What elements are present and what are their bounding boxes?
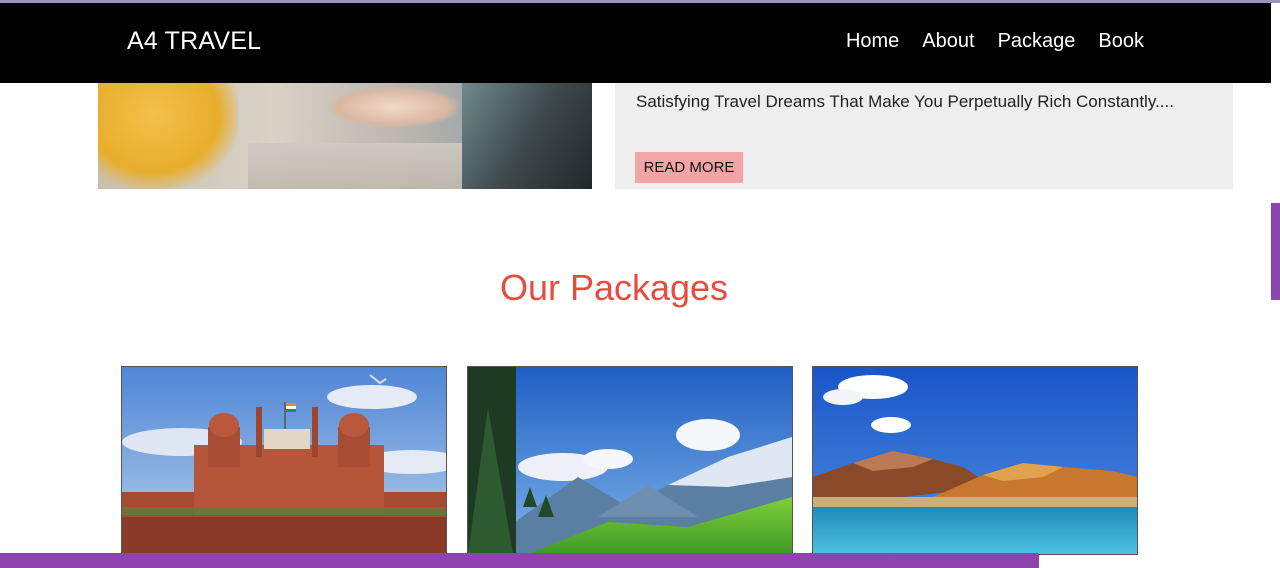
- package-card-mountain-valley[interactable]: [467, 366, 793, 555]
- navbar: A4 TRAVEL Home About Package Book: [0, 3, 1271, 83]
- packages-title: Our Packages: [499, 267, 729, 308]
- bottom-accent-bar: [0, 553, 1039, 568]
- hero-tagline: Satisfying Travel Dreams That Make You P…: [636, 92, 1174, 111]
- nav-home-link[interactable]: Home: [846, 30, 899, 53]
- package-card-lake-mountains[interactable]: [812, 366, 1138, 555]
- read-more-button[interactable]: READ MORE: [635, 152, 743, 183]
- nav-links: Home About Package Book: [846, 30, 1144, 53]
- yellow-sleeve-shape: [98, 83, 238, 189]
- hand-shape: [328, 87, 458, 127]
- red-fort-image: [122, 367, 446, 554]
- hero-card: Satisfying Travel Dreams That Make You P…: [615, 83, 1233, 189]
- mountain-valley-image: [468, 367, 792, 554]
- scrollbar-thumb[interactable]: [1271, 203, 1280, 300]
- nav-book-link[interactable]: Book: [1098, 30, 1144, 53]
- nav-about-link[interactable]: About: [922, 30, 974, 53]
- nav-package-link[interactable]: Package: [998, 30, 1076, 53]
- package-card-red-fort[interactable]: [121, 366, 447, 555]
- lake-mountains-image: [813, 367, 1137, 554]
- brand-logo[interactable]: A4 TRAVEL: [127, 27, 261, 56]
- person-figure-shape: [462, 83, 592, 189]
- hero-image: [98, 83, 592, 189]
